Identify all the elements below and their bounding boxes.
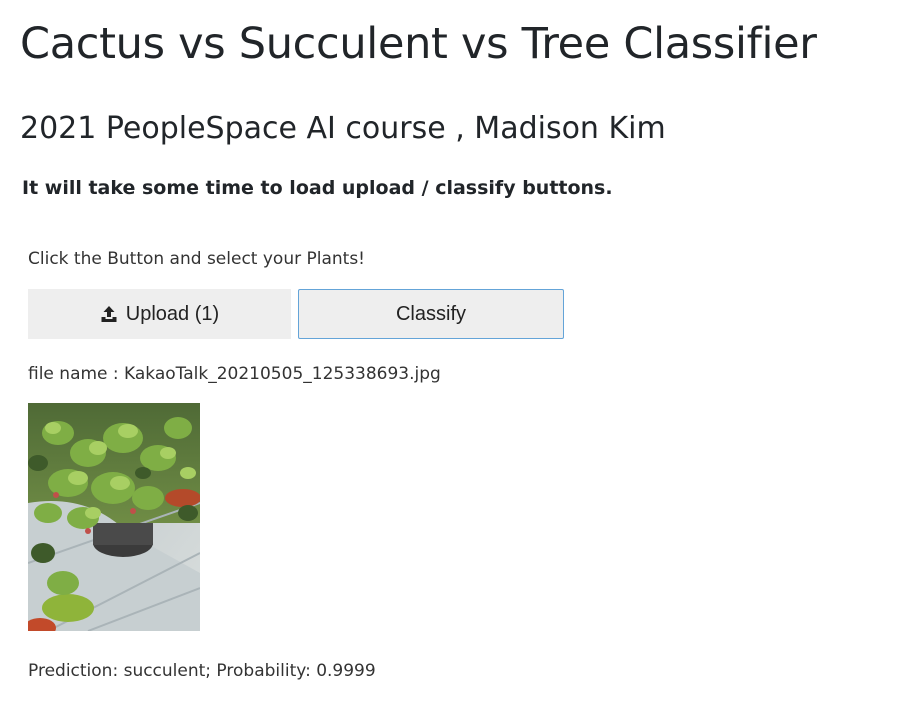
classify-button[interactable]: Classify bbox=[298, 289, 564, 339]
page-title: Cactus vs Succulent vs Tree Classifier bbox=[20, 19, 817, 69]
plant-photo bbox=[28, 403, 200, 631]
uploaded-plant-image bbox=[28, 403, 200, 631]
page-subtitle: 2021 PeopleSpace AI course , Madison Kim bbox=[20, 111, 666, 146]
prediction-result: Prediction: succulent; Probability: 0.99… bbox=[28, 661, 376, 681]
file-name: file name : KakaoTalk_20210505_125338693… bbox=[28, 364, 441, 384]
upload-button-label: Upload (1) bbox=[125, 302, 220, 325]
upload-icon bbox=[101, 306, 117, 322]
loading-notice: It will take some time to load upload / … bbox=[22, 177, 613, 199]
classify-button-label: Classify bbox=[395, 302, 466, 325]
upload-instruction: Click the Button and select your Plants! bbox=[28, 249, 365, 269]
upload-button[interactable]: Upload (1) bbox=[28, 289, 291, 339]
